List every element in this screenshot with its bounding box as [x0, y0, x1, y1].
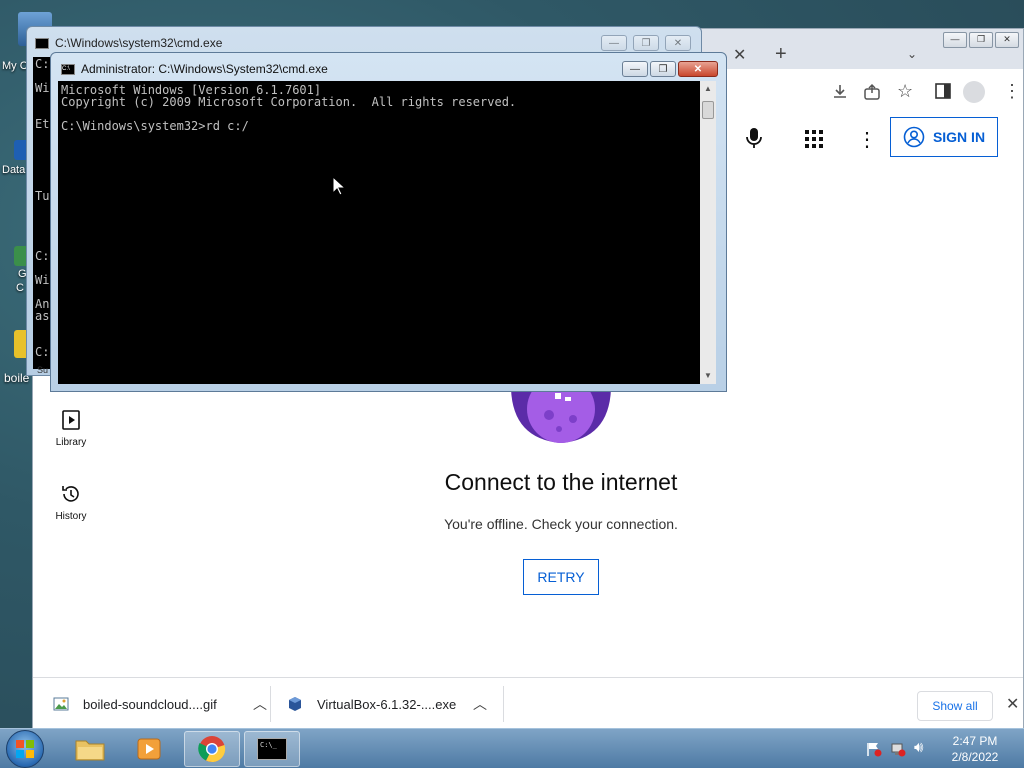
taskbar-cmd[interactable]: C:\_ [244, 731, 300, 767]
chrome-icon [198, 736, 226, 763]
console-line: Wi [35, 81, 50, 95]
close-icon[interactable]: ✕ [665, 35, 691, 51]
scrollbar-thumb[interactable] [702, 101, 714, 119]
virtualbox-icon [289, 697, 301, 711]
window-title: C:\Windows\system32\cmd.exe [55, 36, 223, 50]
console-line: Tu [35, 189, 50, 203]
download-bar: boiled-soundcloud....gif ︿ VirtualBox-6.… [33, 677, 1023, 730]
bookmark-star-icon[interactable]: ☆ [897, 81, 913, 102]
chrome-menu-icon[interactable]: ⋮ [1003, 81, 1021, 102]
console-line: as [35, 309, 50, 323]
sign-in-button[interactable]: SIGN IN [890, 117, 998, 157]
network-icon[interactable] [890, 741, 906, 757]
download-filename: VirtualBox-6.1.32-....exe [317, 696, 457, 712]
console-line: C: [35, 345, 50, 359]
cmd-icon [35, 38, 49, 49]
desktop-icon-label: My C [2, 60, 28, 72]
offline-title: Connect to the internet [444, 469, 678, 495]
window-edge-label: Su [37, 365, 49, 375]
console-prompt-line: C:\Windows\system32>rd c:/ [61, 119, 249, 133]
offline-illustration [511, 389, 611, 443]
sidebar-item-label: Library [55, 437, 87, 448]
account-icon [903, 126, 925, 148]
console-output[interactable]: Microsoft Windows [Version 6.1.7601] Cop… [58, 81, 700, 384]
library-icon [62, 410, 80, 430]
cmd-icon: C:\_ [257, 738, 287, 760]
maximize-icon[interactable]: ❐ [650, 61, 676, 77]
chrome-window-controls: — ❐ ✕ [943, 32, 1019, 48]
settings-menu-icon[interactable]: ⋮ [857, 127, 877, 152]
vertical-scrollbar[interactable]: ▲ ▼ [700, 81, 716, 384]
retry-button[interactable]: RETRY [523, 559, 599, 595]
download-item[interactable]: boiled-soundcloud....gif ︿ [53, 678, 267, 730]
media-player-icon [137, 738, 161, 760]
windows-logo-icon [16, 740, 34, 758]
close-tab-icon[interactable]: ✕ [733, 45, 746, 65]
window-title: Administrator: C:\Windows\System32\cmd.e… [81, 62, 328, 76]
minimize-icon[interactable]: — [601, 35, 627, 51]
volume-icon[interactable]: 🔊︎ [914, 739, 923, 756]
show-all-button[interactable]: Show all [917, 691, 993, 721]
side-panel-icon[interactable] [935, 83, 951, 99]
console-line: Wi [35, 273, 50, 287]
divider [270, 686, 271, 722]
desktop-icon-label: C [16, 282, 24, 294]
chevron-up-icon[interactable]: ︿ [473, 694, 487, 714]
cmd-window-administrator[interactable]: C:\ Administrator: C:\Windows\System32\c… [50, 52, 727, 392]
offline-subtitle: You're offline. Check your connection. [444, 516, 678, 532]
clock-time: 2:47 PM [952, 734, 998, 748]
taskbar-chrome[interactable] [184, 731, 240, 767]
window-controls: — ❐ ✕ [622, 61, 718, 77]
console-line: C: [35, 57, 50, 71]
sidebar-item-history[interactable]: History [35, 483, 107, 522]
console-line: Et [35, 117, 50, 131]
console-line: C: [35, 249, 50, 263]
divider [503, 686, 504, 722]
taskbar-media-player[interactable] [122, 731, 178, 767]
taskbar: C:\_ 🔊︎ 2:47 PM 2/8/2022 [0, 728, 1024, 768]
maximize-icon[interactable]: ❐ [633, 35, 659, 51]
close-download-bar-icon[interactable]: ✕ [1006, 694, 1019, 714]
maximize-icon[interactable]: ❐ [969, 32, 993, 48]
apps-grid-icon[interactable] [805, 130, 823, 148]
scroll-up-icon[interactable]: ▲ [700, 81, 716, 97]
sign-in-label: SIGN IN [932, 129, 986, 145]
minimize-icon[interactable]: — [622, 61, 648, 77]
mouse-cursor-icon [332, 176, 346, 196]
install-app-icon[interactable] [831, 83, 849, 101]
history-icon [62, 486, 79, 502]
system-clock[interactable]: 2:47 PM 2/8/2022 [936, 733, 1014, 765]
chevron-up-icon[interactable]: ︿ [253, 694, 267, 714]
download-filename: boiled-soundcloud....gif [83, 696, 217, 712]
start-button[interactable] [6, 730, 44, 768]
action-center-flag-icon[interactable] [866, 741, 882, 757]
desktop-icon-label: Data [2, 164, 26, 176]
profile-avatar[interactable] [963, 81, 985, 103]
image-file-icon [53, 697, 69, 711]
share-icon[interactable] [863, 83, 881, 101]
scroll-down-icon[interactable]: ▼ [700, 368, 716, 384]
clock-date: 2/8/2022 [951, 750, 999, 764]
sidebar-item-library[interactable]: Library [35, 409, 107, 448]
cmd-icon: C:\ [61, 64, 75, 75]
microphone-icon[interactable] [745, 127, 763, 149]
sidebar-item-label: History [55, 511, 87, 522]
close-icon[interactable]: ✕ [678, 61, 718, 77]
console-line: Copyright (c) 2009 Microsoft Corporation… [61, 95, 517, 109]
window-controls: — ❐ ✕ [601, 35, 691, 51]
minimize-icon[interactable]: — [943, 32, 967, 48]
tab-search-icon[interactable]: ⌄ [907, 47, 917, 61]
download-item[interactable]: VirtualBox-6.1.32-....exe ︿ [287, 678, 487, 730]
close-icon[interactable]: ✕ [995, 32, 1019, 48]
new-tab-button[interactable]: + [775, 43, 787, 66]
taskbar-explorer[interactable] [62, 731, 118, 767]
folder-icon [75, 740, 105, 761]
